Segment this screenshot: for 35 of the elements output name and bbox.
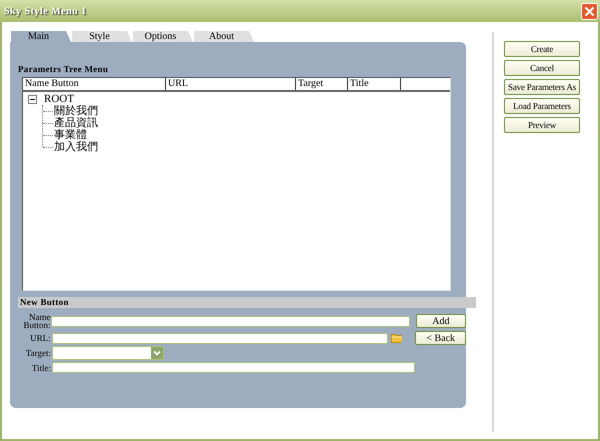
input-field[interactable] bbox=[51, 316, 410, 326]
chevron-down-icon bbox=[151, 347, 163, 359]
field-label: Name Button: bbox=[22, 313, 50, 329]
form-button[interactable]: < Back bbox=[415, 331, 466, 345]
tab[interactable]: About bbox=[194, 31, 254, 42]
section-title: Parametrs Tree Menu bbox=[18, 64, 110, 74]
field-label: Title: bbox=[30, 364, 51, 372]
field-label: URL: bbox=[29, 334, 51, 342]
action-button[interactable]: Cancel bbox=[504, 60, 580, 76]
window-title: Sky Style Menu 1 bbox=[4, 6, 87, 16]
action-button[interactable]: Create bbox=[504, 41, 580, 57]
tree-node[interactable]: ROOT bbox=[44, 93, 74, 105]
action-button[interactable]: Preview bbox=[504, 117, 580, 133]
close-icon[interactable] bbox=[581, 2, 598, 20]
tree-node[interactable]: 加入我們 bbox=[54, 141, 98, 153]
target-dropdown[interactable] bbox=[52, 346, 164, 360]
column-header[interactable]: Target bbox=[296, 78, 348, 90]
tab[interactable]: Style bbox=[72, 31, 132, 42]
input-field[interactable] bbox=[52, 362, 415, 373]
tree-node[interactable]: 關於我們 bbox=[54, 105, 98, 117]
tree-node[interactable]: 產品資訊 bbox=[54, 117, 98, 129]
collapse-icon[interactable] bbox=[28, 94, 37, 104]
folder-icon[interactable] bbox=[390, 333, 402, 343]
action-button[interactable]: Load Parameters bbox=[504, 98, 580, 114]
section-title: New Button bbox=[18, 297, 476, 308]
tree-node[interactable]: 事業體 bbox=[54, 129, 87, 141]
action-button[interactable]: Save Parameters As bbox=[504, 79, 580, 95]
column-header[interactable]: URL bbox=[166, 78, 296, 90]
field-label: Target: bbox=[24, 349, 51, 357]
tab[interactable]: Options bbox=[133, 31, 193, 42]
tab[interactable]: Main bbox=[11, 31, 71, 42]
form-button[interactable]: Add bbox=[416, 314, 466, 328]
column-header[interactable]: Title bbox=[348, 78, 401, 90]
input-field[interactable] bbox=[52, 332, 388, 344]
column-header[interactable]: Name Button bbox=[23, 78, 166, 90]
